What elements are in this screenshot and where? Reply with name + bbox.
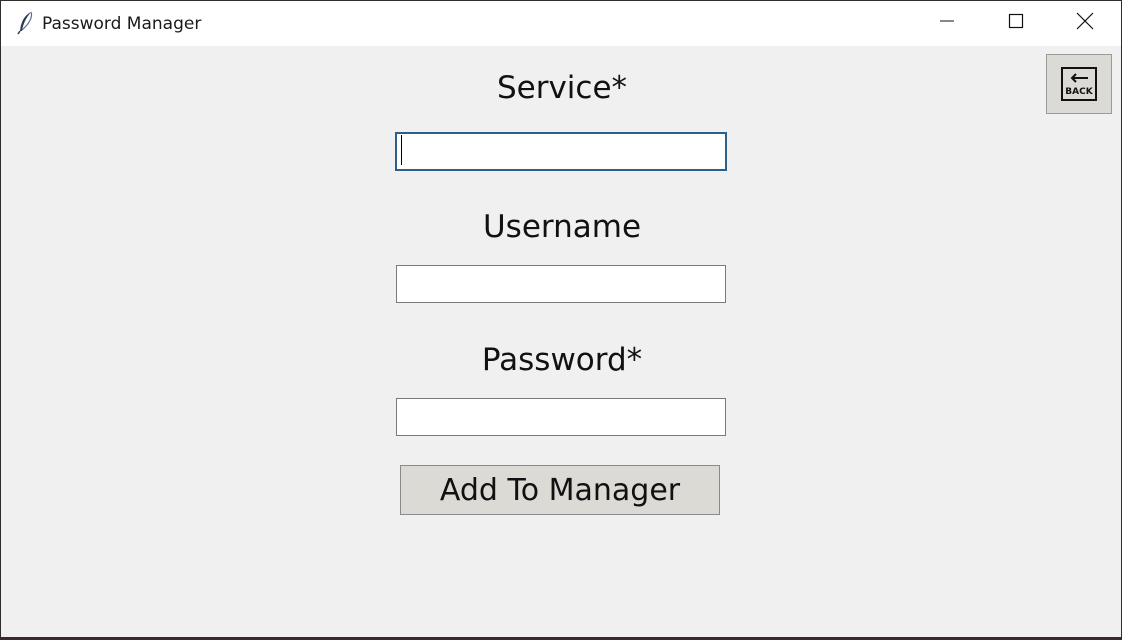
password-label: Password* [481, 342, 643, 378]
add-to-manager-button[interactable]: Add To Manager [400, 465, 720, 515]
main-content: Service* Username Password* Add To Manag… [1, 46, 1121, 637]
username-label: Username [482, 209, 642, 245]
back-button[interactable]: BACK [1046, 54, 1112, 114]
feather-icon [15, 11, 37, 35]
minimize-icon [939, 13, 955, 34]
app-window: Password Manager Service* Username Passw… [0, 0, 1122, 638]
password-input[interactable] [396, 398, 726, 436]
back-text: BACK [1065, 87, 1093, 97]
maximize-icon [1008, 13, 1024, 34]
back-arrow-icon: BACK [1061, 67, 1097, 101]
service-label: Service* [496, 70, 628, 106]
close-icon [1076, 12, 1094, 35]
username-input[interactable] [396, 265, 726, 303]
text-caret [401, 135, 402, 165]
minimize-button[interactable] [913, 1, 981, 46]
maximize-button[interactable] [982, 1, 1050, 46]
window-title: Password Manager [42, 14, 202, 34]
close-button[interactable] [1051, 1, 1119, 46]
service-input[interactable] [395, 132, 727, 171]
title-bar[interactable]: Password Manager [1, 1, 1121, 46]
